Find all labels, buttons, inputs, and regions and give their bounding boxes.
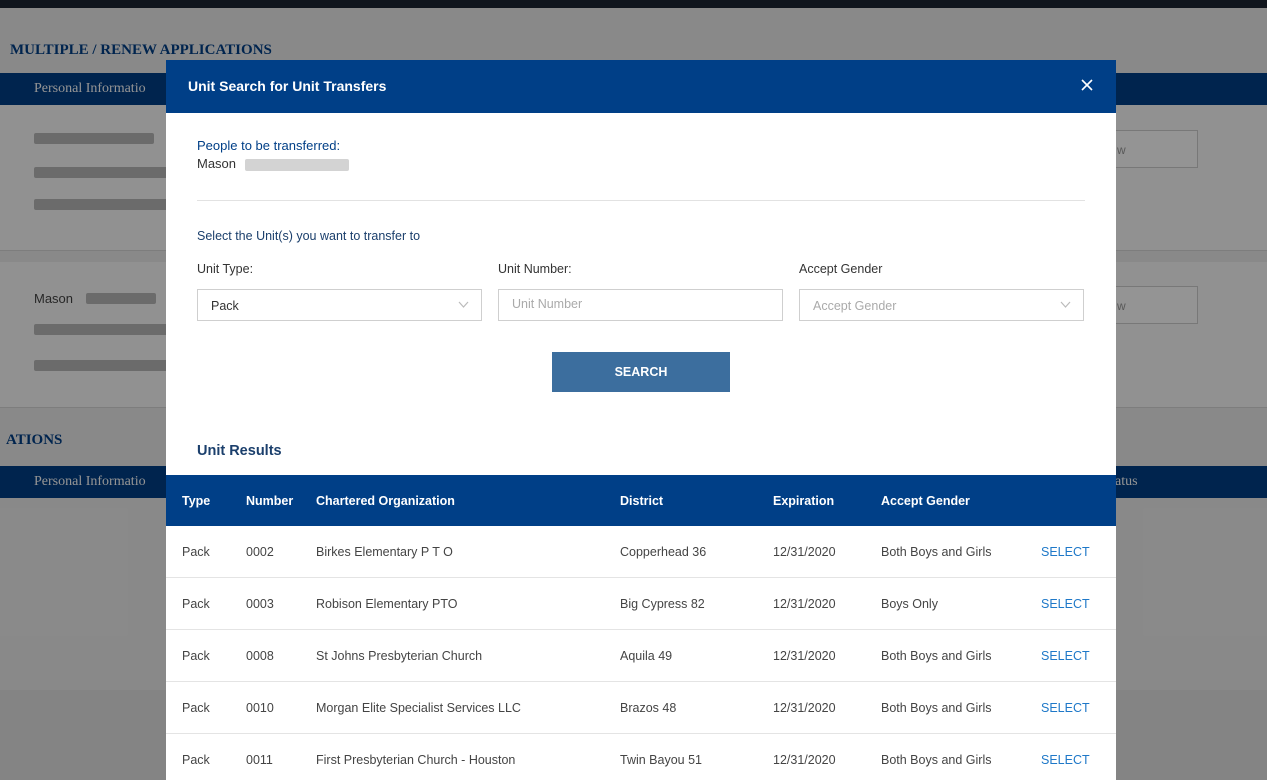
table-row: Pack 0011 First Presbyterian Church - Ho… (166, 733, 1116, 780)
cell-type: Pack (166, 681, 246, 734)
select-link[interactable]: SELECT (1041, 577, 1116, 630)
cell-district: Copperhead 36 (620, 526, 773, 578)
column-expiration: Expiration (773, 493, 835, 508)
cell-number: 0008 (246, 629, 316, 682)
cell-org: Robison Elementary PTO (316, 577, 620, 630)
cell-gender: Both Boys and Girls (881, 733, 1041, 780)
cell-type: Pack (166, 577, 246, 630)
close-icon[interactable] (1080, 78, 1098, 96)
cell-number: 0010 (246, 681, 316, 734)
cell-number: 0002 (246, 526, 316, 578)
cell-district: Brazos 48 (620, 681, 773, 734)
cell-gender: Both Boys and Girls (881, 526, 1041, 578)
person-name: Mason (197, 156, 237, 171)
cell-expiration: 12/31/2020 (773, 526, 881, 578)
unit-results-title: Unit Results (197, 443, 282, 459)
people-to-transfer-label: People to be transferred: (197, 138, 341, 153)
cell-org: St Johns Presbyterian Church (316, 629, 620, 682)
cell-type: Pack (166, 733, 246, 780)
unit-type-label: Unit Type: (197, 262, 254, 276)
cell-gender: Both Boys and Girls (881, 629, 1041, 682)
chevron-down-icon (1060, 301, 1071, 308)
cell-expiration: 12/31/2020 (773, 681, 881, 734)
table-row: Pack 0003 Robison Elementary PTO Big Cyp… (166, 577, 1116, 630)
cell-district: Twin Bayou 51 (620, 733, 773, 780)
cell-number: 0011 (246, 733, 316, 780)
column-number: Number (246, 493, 294, 508)
table-row: Pack 0002 Birkes Elementary P T O Copper… (166, 526, 1116, 578)
cell-expiration: 12/31/2020 (773, 577, 881, 630)
table-header-row: Type Number Chartered Organization Distr… (166, 475, 1116, 526)
chevron-down-icon (458, 301, 469, 308)
cell-expiration: 12/31/2020 (773, 629, 881, 682)
select-link[interactable]: SELECT (1041, 526, 1116, 578)
redacted-name (245, 159, 349, 171)
column-chartered-organization: Chartered Organization (316, 493, 455, 508)
cell-type: Pack (166, 629, 246, 682)
divider (197, 200, 1085, 201)
unit-number-label: Unit Number: (498, 262, 572, 276)
cell-expiration: 12/31/2020 (773, 733, 881, 780)
cell-district: Big Cypress 82 (620, 577, 773, 630)
modal-title: Unit Search for Unit Transfers (188, 78, 387, 94)
cell-org: Morgan Elite Specialist Services LLC (316, 681, 620, 734)
cell-gender: Boys Only (881, 577, 1041, 630)
column-action (1041, 475, 1116, 526)
cell-number: 0003 (246, 577, 316, 630)
accept-gender-select[interactable]: Accept Gender (799, 289, 1084, 321)
unit-search-modal: Unit Search for Unit Transfers People to… (166, 60, 1116, 780)
modal-header: Unit Search for Unit Transfers (166, 60, 1116, 113)
search-button[interactable]: SEARCH (552, 352, 730, 392)
column-district: District (620, 493, 664, 508)
column-type: Type (182, 493, 211, 508)
select-unit-prompt: Select the Unit(s) you want to transfer … (197, 229, 421, 243)
select-link[interactable]: SELECT (1041, 681, 1116, 734)
accept-gender-label: Accept Gender (799, 262, 883, 276)
unit-number-field[interactable] (498, 289, 783, 321)
unit-results-table: Type Number Chartered Organization Distr… (166, 475, 1116, 780)
table-row: Pack 0010 Morgan Elite Specialist Servic… (166, 681, 1116, 734)
column-accept-gender: Accept Gender (881, 493, 970, 508)
select-link[interactable]: SELECT (1041, 629, 1116, 682)
cell-org: Birkes Elementary P T O (316, 526, 620, 578)
table-row: Pack 0008 St Johns Presbyterian Church A… (166, 629, 1116, 682)
unit-number-input[interactable] (512, 297, 762, 311)
cell-type: Pack (166, 526, 246, 578)
cell-gender: Both Boys and Girls (881, 681, 1041, 734)
cell-district: Aquila 49 (620, 629, 773, 682)
cell-org: First Presbyterian Church - Houston (316, 733, 620, 780)
unit-type-select[interactable]: Pack (197, 289, 482, 321)
select-link[interactable]: SELECT (1041, 733, 1116, 780)
